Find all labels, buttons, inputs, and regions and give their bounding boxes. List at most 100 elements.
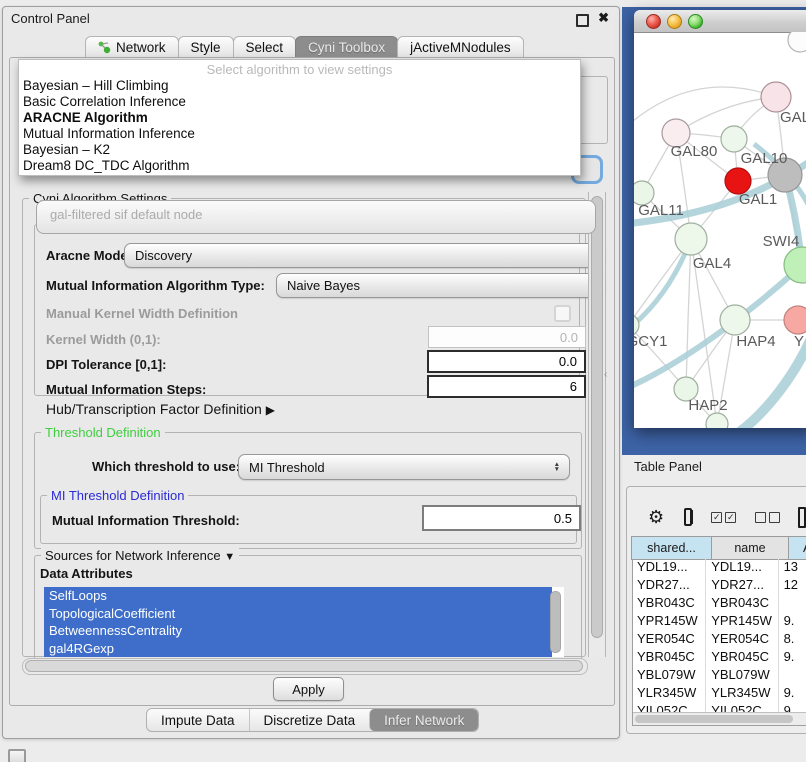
screen: Control Panel ✖ Network Style Select Cyn… bbox=[0, 0, 806, 762]
algorithm-dropdown-list[interactable]: Select algorithm to view settings Bayesi… bbox=[18, 59, 581, 176]
dropdown-item[interactable]: ARACNE Algorithm bbox=[19, 110, 580, 126]
attribute-list-item[interactable]: TopologicalCoefficient bbox=[44, 605, 552, 623]
kernel-width-input[interactable]: 0.0 bbox=[428, 326, 586, 348]
attribute-list-item[interactable]: BetweennessCentrality bbox=[44, 622, 552, 640]
table-cell: YIL052C bbox=[706, 702, 778, 712]
dropdown-item[interactable]: Mutual Information Inference bbox=[19, 126, 580, 142]
network-node-label: GAL80 bbox=[671, 143, 718, 160]
zoom-traffic-light-icon[interactable] bbox=[688, 14, 703, 29]
table-row[interactable]: YBR043CYBR043C bbox=[632, 594, 806, 612]
mi-threshold-input[interactable]: 0.5 bbox=[422, 505, 581, 531]
table-panel-title: Table Panel bbox=[634, 459, 702, 474]
network-node[interactable] bbox=[675, 223, 707, 255]
mi-threshold-label: Mutual Information Threshold: bbox=[52, 513, 240, 528]
network-node[interactable] bbox=[788, 32, 806, 52]
dropdown-item[interactable]: Basic Correlation Inference bbox=[19, 94, 580, 110]
select-all-columns-icon[interactable]: ✓✓ bbox=[711, 512, 736, 523]
column-header-shared-name[interactable]: shared... bbox=[631, 536, 712, 560]
export-table-icon[interactable] bbox=[798, 507, 806, 528]
tab-impute-data[interactable]: Impute Data bbox=[147, 709, 249, 731]
apply-button[interactable]: Apply bbox=[273, 677, 344, 701]
network-node[interactable] bbox=[721, 126, 747, 152]
scrollbar-thumb[interactable] bbox=[635, 715, 793, 723]
tab-style[interactable]: Style bbox=[178, 36, 234, 58]
table-cell: YLR345W bbox=[706, 684, 778, 702]
table-horizontal-scrollbar[interactable] bbox=[633, 712, 806, 725]
dropdown-item[interactable]: Bayesian – Hill Climbing bbox=[19, 78, 580, 94]
mi-steps-input[interactable]: 6 bbox=[427, 375, 586, 398]
close-traffic-light-icon[interactable] bbox=[646, 14, 661, 29]
dropdown-item[interactable]: Bayesian – K2 bbox=[19, 142, 580, 158]
settings-horizontal-scrollbar[interactable] bbox=[22, 658, 588, 675]
network-edge[interactable] bbox=[686, 239, 691, 389]
table-cell: YBL079W bbox=[706, 666, 778, 684]
attribute-list-item[interactable]: gal4RGexp bbox=[44, 640, 552, 658]
manual-kernel-width-checkbox[interactable] bbox=[554, 305, 571, 322]
table-cell: YBR043C bbox=[632, 594, 706, 612]
network-edge[interactable] bbox=[634, 265, 802, 390]
tab-infer-network[interactable]: Infer Network bbox=[369, 709, 478, 731]
scrollbar-thumb[interactable] bbox=[25, 660, 583, 672]
tab-jactivemnodules[interactable]: jActiveMNodules bbox=[397, 36, 524, 58]
network-canvas[interactable]: GALGAL80GAL10GAL1GAL11SWI4GAL4GCY1HAP4YH… bbox=[634, 32, 806, 428]
dpi-tolerance-input[interactable]: 0.0 bbox=[427, 350, 586, 373]
settings-vertical-scrollbar[interactable] bbox=[588, 192, 606, 657]
tab-cyni-toolbox-label: Cyni Toolbox bbox=[308, 40, 385, 55]
scrollbar-thumb[interactable] bbox=[591, 196, 603, 638]
network-edge[interactable] bbox=[634, 87, 776, 127]
table-cell: 9. bbox=[779, 684, 806, 702]
table-cell: YBR043C bbox=[706, 594, 778, 612]
splitpane-collapse-icon[interactable]: ‹ bbox=[604, 369, 607, 380]
gear-icon[interactable]: ⚙ bbox=[648, 507, 664, 527]
network-window-titlebar[interactable] bbox=[634, 10, 806, 33]
deselect-all-columns-icon[interactable] bbox=[755, 512, 780, 523]
mi-algorithm-type-combobox[interactable]: Naive Bayes ▲▼ bbox=[276, 273, 606, 298]
table-row[interactable]: YDR27...YDR27...12 bbox=[632, 576, 806, 594]
network-node[interactable] bbox=[720, 305, 750, 335]
control-panel-tabstrip: Network Style Select Cyni Toolbox jActiv… bbox=[85, 36, 523, 58]
list-scrollbar-thumb[interactable] bbox=[550, 591, 561, 653]
tab-select[interactable]: Select bbox=[233, 36, 297, 58]
table-row[interactable]: YPR145WYPR145W9. bbox=[632, 612, 806, 630]
data-attributes-list[interactable]: SelfLoopsTopologicalCoefficientBetweenne… bbox=[44, 587, 564, 657]
tab-network[interactable]: Network bbox=[85, 36, 179, 58]
column-header-clipped[interactable]: A bbox=[788, 536, 806, 560]
column-browser-icon[interactable] bbox=[684, 508, 692, 526]
close-icon[interactable]: ✖ bbox=[598, 10, 609, 26]
dropdown-item[interactable]: Dream8 DC_TDC Algorithm bbox=[19, 158, 580, 174]
tab-discretize-data[interactable]: Discretize Data bbox=[249, 709, 370, 731]
table-cell: YPR145W bbox=[632, 612, 706, 630]
aracne-mode-value: Discovery bbox=[135, 248, 192, 263]
table-row[interactable]: YBL079WYBL079W bbox=[632, 666, 806, 684]
unchecked-box-icon bbox=[755, 512, 766, 523]
sources-title[interactable]: Sources for Network Inference ▼ bbox=[41, 548, 239, 563]
network-node[interactable] bbox=[761, 82, 791, 112]
stepper-arrows-icon: ▲▼ bbox=[554, 462, 560, 472]
data-attributes-label: Data Attributes bbox=[40, 566, 133, 581]
aracne-mode-combobox[interactable]: Discovery ▲▼ bbox=[124, 243, 606, 268]
tab-cyni-toolbox[interactable]: Cyni Toolbox bbox=[295, 36, 398, 58]
network-node[interactable] bbox=[784, 306, 806, 334]
network-edge[interactable] bbox=[676, 97, 776, 133]
network-edge[interactable] bbox=[634, 239, 691, 334]
float-window-icon[interactable] bbox=[576, 14, 589, 27]
hub-definition-toggle[interactable]: Hub/Transcription Factor Definition ▶ bbox=[46, 401, 275, 417]
attribute-list-item[interactable]: SelfLoops bbox=[44, 587, 552, 605]
table-cell: 12 bbox=[779, 576, 806, 594]
which-threshold-combobox[interactable]: MI Threshold ▲▼ bbox=[238, 454, 570, 480]
table-cell: YDR27... bbox=[632, 576, 706, 594]
column-header-name[interactable]: name bbox=[711, 536, 789, 560]
table-row[interactable]: YER054CYER054C8. bbox=[632, 630, 806, 648]
minimize-traffic-light-icon[interactable] bbox=[667, 14, 682, 29]
minimized-panel-icon[interactable] bbox=[8, 749, 26, 762]
table-row[interactable]: YDL19...YDL19...13 bbox=[632, 558, 806, 576]
table-row[interactable]: YBR045CYBR045C9. bbox=[632, 648, 806, 666]
network-node-label: GAL10 bbox=[741, 150, 788, 167]
mi-algorithm-type-label: Mutual Information Algorithm Type: bbox=[46, 278, 265, 293]
table-row[interactable]: YIL052CYIL052C9 bbox=[632, 702, 806, 712]
tab-jactivemnodules-label: jActiveMNodules bbox=[410, 40, 511, 55]
tab-select-label: Select bbox=[246, 40, 284, 55]
table-row[interactable]: YLR345WYLR345W9. bbox=[632, 684, 806, 702]
table-cell: YBR045C bbox=[632, 648, 706, 666]
dropdown-prompt: Select algorithm to view settings bbox=[19, 61, 580, 78]
